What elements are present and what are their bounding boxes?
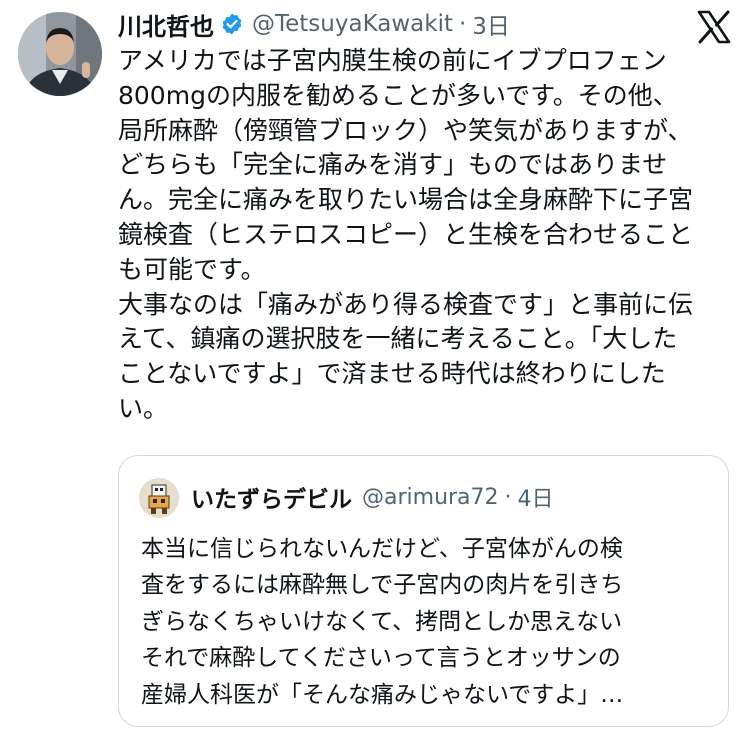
tweet-body-line: 800mgの内服を勧めることが多いです。その他、 xyxy=(118,80,678,110)
author-name[interactable]: 川北哲也 xyxy=(118,7,214,42)
tweet-timestamp[interactable]: 3日 xyxy=(472,7,510,41)
tweet-body-line: ん。完全に痛みを取りたい場合は全身麻酔下に子宮 xyxy=(118,185,694,215)
separator-dot: · xyxy=(504,484,512,510)
quoted-tweet-header: いたずらデビル @arimura72 · 4日 xyxy=(191,480,554,514)
tweet-body: アメリカでは子宮内膜生検の前にイブプロフェン 800mgの内服を勧めることが多い… xyxy=(118,44,728,427)
tweet-body-line: ことないですよ」で済ませる時代は終わりにした xyxy=(118,359,666,389)
separator-dot: · xyxy=(458,11,467,37)
quoted-tweet-timestamp[interactable]: 4日 xyxy=(518,481,554,513)
author-avatar[interactable] xyxy=(18,12,102,96)
tweet-body-line: 鏡検査（ヒステロスコピー）と生検を合わせること xyxy=(118,219,694,249)
quoted-body-line: 査をするには麻酔無しで子宮内の肉片を引きち xyxy=(141,572,624,599)
quoted-author-handle[interactable]: @arimura72 xyxy=(362,485,499,510)
pixel-art-avatar xyxy=(139,478,179,518)
quoted-body-line: それで麻酔してくださいって言うとオッサンの xyxy=(141,645,621,672)
tweet-body-line: アメリカでは子宮内膜生検の前にイブプロフェン xyxy=(118,46,667,75)
quoted-tweet-card[interactable]: いたずらデビル @arimura72 · 4日 本当に信じられないんだけど、子宮… xyxy=(118,455,729,727)
tweet-body-line: えて、鎮痛の選択肢を一緒に考えること。「大した xyxy=(118,324,678,354)
quoted-author-name[interactable]: いたずらデビル xyxy=(191,480,352,514)
tweet-header: 川北哲也 @TetsuyaKawakit · 3日 xyxy=(118,7,510,42)
quoted-body-line: ぎらなくちゃいけなくて、拷問としか思えない xyxy=(141,608,623,635)
tweet-body-line: 局所麻酔（傍頸管ブロック）や笑気がありますが、 xyxy=(118,115,693,145)
tweet-body-line: 大事なのは「痛みがあり得る検査です」と事前に伝 xyxy=(118,289,694,319)
quoted-tweet-body: 本当に信じられないんだけど、子宮体がんの検 査をするには麻酔無しで子宮内の肉片を… xyxy=(141,531,711,713)
tweet-body-line: も可能です。 xyxy=(118,254,266,284)
quoted-body-line: 産婦人科医が「そんな痛みじゃないですよ」… xyxy=(141,681,624,708)
quoted-body-line: 本当に信じられないんだけど、子宮体がんの検 xyxy=(141,536,623,562)
verified-badge-icon xyxy=(222,13,242,35)
profile-photo-image xyxy=(18,12,102,96)
tweet-body-line: どちらも「完全に痛みを消す」ものではありませ xyxy=(118,150,668,180)
quoted-author-avatar[interactable] xyxy=(139,478,179,518)
author-handle[interactable]: @TetsuyaKawakit xyxy=(252,11,453,37)
tweet-body-line: い。 xyxy=(118,393,169,423)
x-logo-icon xyxy=(697,10,731,44)
